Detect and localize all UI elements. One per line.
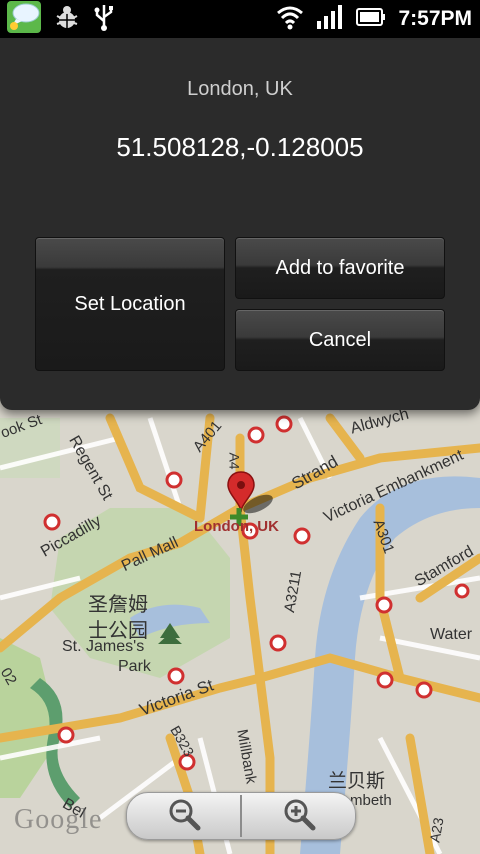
status-bar: 7:57PM <box>0 0 480 38</box>
usb-icon <box>92 3 116 35</box>
location-dialog: London, UK 51.508128,-0.128005 Set Locat… <box>0 38 480 410</box>
signal-icon <box>316 5 344 33</box>
set-location-button[interactable]: Set Location <box>35 237 225 371</box>
map-label-chinese-park: 圣詹姆 <box>88 594 148 616</box>
map-label-park: Park <box>118 658 151 675</box>
status-time: 7:57PM <box>398 7 472 30</box>
google-logo: Google <box>14 804 103 835</box>
wifi-icon <box>276 4 304 34</box>
zoom-in-icon <box>282 797 316 835</box>
android-debug-icon <box>54 4 80 34</box>
zoom-control <box>126 792 356 840</box>
cancel-button[interactable]: Cancel <box>235 309 445 371</box>
add-to-favorite-button[interactable]: Add to favorite <box>235 237 445 299</box>
zoom-in-button[interactable] <box>242 793 355 839</box>
dialog-title: London, UK <box>187 78 293 100</box>
map-label-st-james: St. James's <box>62 638 145 655</box>
map-label-chinese-lambeth: 兰贝斯 <box>328 771 386 792</box>
zoom-out-button[interactable] <box>127 793 240 839</box>
map-label-a4: A4 <box>226 452 243 470</box>
map-pin-label: London, UK <box>194 518 279 535</box>
battery-icon <box>356 7 386 31</box>
map-label-lambeth: mbeth <box>350 792 392 809</box>
chat-icon <box>6 0 42 38</box>
zoom-out-icon <box>167 797 201 835</box>
dialog-coordinates: 51.508128,-0.128005 <box>116 132 364 162</box>
map-label-water: Water <box>430 626 473 643</box>
